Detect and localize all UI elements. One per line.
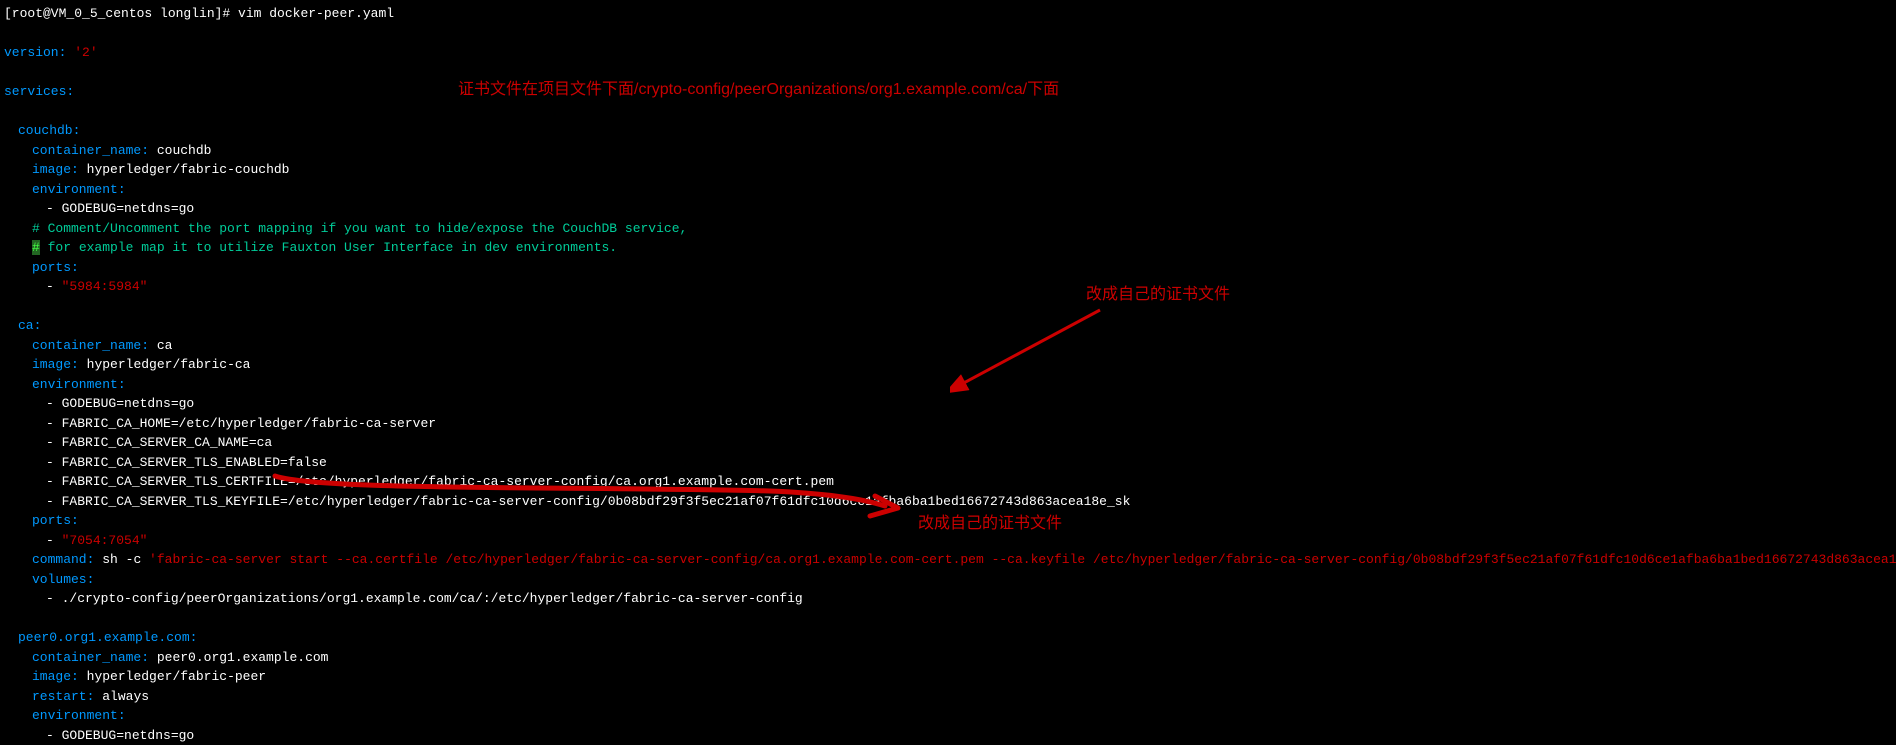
couchdb-env-godebug: - GODEBUG=netdns=go [4,199,1892,219]
peer0-environment: environment: [4,706,1892,726]
couchdb-container-name: container_name: couchdb [4,141,1892,161]
couchdb-section: couchdb: [4,121,1892,141]
peer0-restart: restart: always [4,687,1892,707]
peer0-env-godebug: - GODEBUG=netdns=go [4,726,1892,745]
ca-image: image: hyperledger/fabric-ca [4,355,1892,375]
ca-env-caname: - FABRIC_CA_SERVER_CA_NAME=ca [4,433,1892,453]
peer0-section: peer0.org1.example.com: [4,628,1892,648]
ca-env-home: - FABRIC_CA_HOME=/etc/hyperledger/fabric… [4,414,1892,434]
couchdb-port-5984: - "5984:5984" [4,277,1892,297]
peer0-image: image: hyperledger/fabric-peer [4,667,1892,687]
terminal-output: [root@VM_0_5_centos longlin]# vim docker… [4,4,1892,745]
couchdb-image: image: hyperledger/fabric-couchdb [4,160,1892,180]
ca-env-tlscertfile: - FABRIC_CA_SERVER_TLS_CERTFILE=/etc/hyp… [4,472,1892,492]
couchdb-ports: ports: [4,258,1892,278]
couchdb-environment: environment: [4,180,1892,200]
ca-container-name: container_name: ca [4,336,1892,356]
ca-env-godebug: - GODEBUG=netdns=go [4,394,1892,414]
ca-env-tlskeyfile: - FABRIC_CA_SERVER_TLS_KEYFILE=/etc/hype… [4,492,1892,512]
annotation-bottom: 改成自己的证书文件 [918,512,1062,536]
annotation-right-1: 改成自己的证书文件 [1086,283,1230,307]
couchdb-comment2: # for example map it to utilize Fauxton … [4,238,1892,258]
ca-section: ca: [4,316,1892,336]
ca-volumes: volumes: [4,570,1892,590]
ca-env-tlsenabled: - FABRIC_CA_SERVER_TLS_ENABLED=false [4,453,1892,473]
peer0-container-name: container_name: peer0.org1.example.com [4,648,1892,668]
ca-volume-crypto: - ./crypto-config/peerOrganizations/org1… [4,589,1892,609]
shell-prompt: [root@VM_0_5_centos longlin]# vim docker… [4,4,1892,24]
ca-environment: environment: [4,375,1892,395]
annotation-top: 证书文件在项目文件下面/crypto-config/peerOrganizati… [458,78,1059,102]
yaml-version: version: '2' [4,43,1892,63]
ca-command: command: sh -c 'fabric-ca-server start -… [4,550,1892,570]
couchdb-comment1: # Comment/Uncomment the port mapping if … [4,219,1892,239]
